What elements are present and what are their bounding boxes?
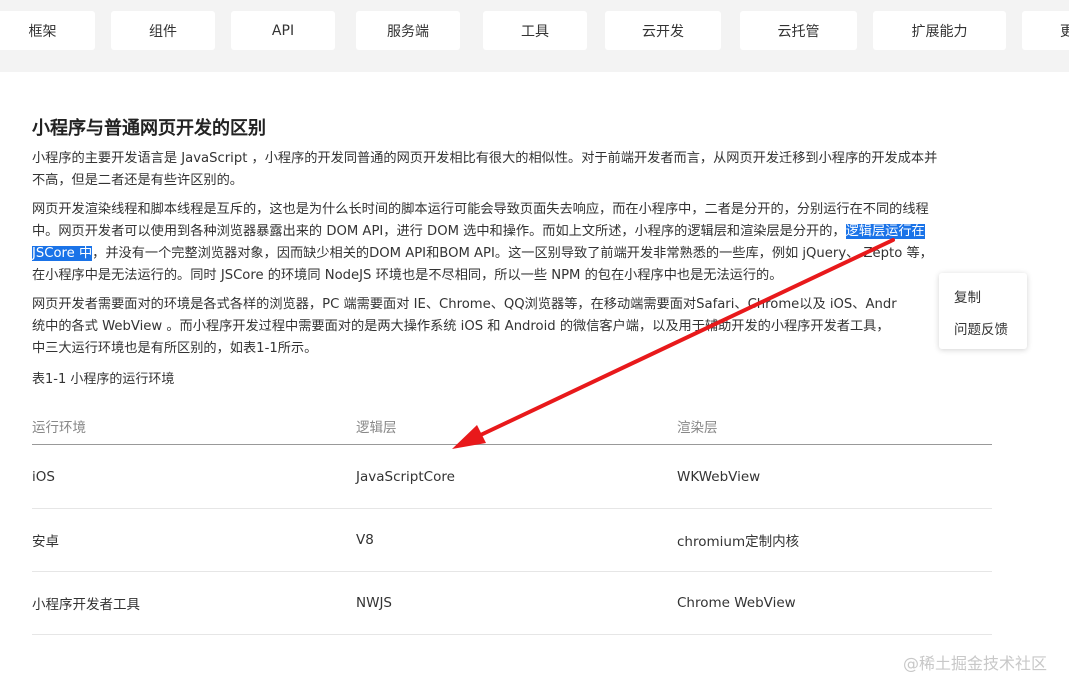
selected-text[interactable]: 逻辑层运行在: [845, 224, 925, 239]
table-cell: iOS: [32, 469, 55, 485]
table-header-cell: 逻辑层: [356, 420, 397, 436]
paragraph-2: 网页开发渲染线程和脚本线程是互斥的，这也是为什么长时间的脚本运行可能会导致页面失…: [32, 199, 992, 287]
table-header: 运行环境 逻辑层 渲染层: [32, 408, 992, 445]
table-cell: WKWebView: [677, 469, 761, 485]
nav-tab-api[interactable]: API: [231, 11, 335, 50]
nav-tab-tools[interactable]: 工具: [483, 11, 587, 50]
table-header-cell: 运行环境: [32, 420, 86, 436]
table-cell: chromium定制内核: [677, 534, 800, 550]
table-header-cell: 渲染层: [677, 420, 718, 436]
table-cell: 安卓: [32, 534, 59, 550]
table-cell: 小程序开发者工具: [32, 597, 140, 613]
table-row: iOS JavaScriptCore WKWebView: [32, 446, 992, 509]
paragraph-line: 中三大运行环境也是有所区别的，如表1-1所示。: [32, 341, 318, 356]
table-cell: V8: [356, 532, 374, 548]
top-nav-bar: 框架 组件 API 服务端 工具 云开发 云托管 扩展能力 更: [0, 0, 1069, 72]
nav-tab-cloud-hosting[interactable]: 云托管: [740, 11, 857, 50]
table-row: 安卓 V8 chromium定制内核: [32, 509, 992, 572]
table-row: 小程序开发者工具 NWJS Chrome WebView: [32, 572, 992, 635]
table-cell: JavaScriptCore: [356, 469, 455, 485]
paragraph-text: 中。网页开发者可以使用到各种浏览器暴露出来的 DOM API，进行 DOM 选中…: [32, 224, 846, 239]
nav-tab-framework[interactable]: 框架: [0, 11, 95, 50]
nav-tab-server[interactable]: 服务端: [356, 11, 460, 50]
nav-tab-extensions[interactable]: 扩展能力: [873, 11, 1006, 50]
nav-tab-more[interactable]: 更: [1022, 11, 1069, 50]
context-menu-feedback[interactable]: 问题反馈: [954, 318, 1008, 338]
nav-tab-components[interactable]: 组件: [111, 11, 215, 50]
table-caption: 表1-1 小程序的运行环境: [32, 372, 175, 387]
nav-tab-cloud-dev[interactable]: 云开发: [605, 11, 721, 50]
paragraph-text: ，并没有一个完整浏览器对象，因而缺少相关的DOM API和BOM API。这一区…: [92, 246, 933, 261]
section-title: 小程序与普通网页开发的区别: [32, 118, 266, 139]
paragraph-line: JSCore 中，并没有一个完整浏览器对象，因而缺少相关的DOM API和BOM…: [32, 243, 992, 265]
paragraph-line: 不高，但是二者还是有些许区别的。: [32, 173, 243, 188]
paragraph-1: 小程序的主要开发语言是 JavaScript ，小程序的开发同普通的网页开发相比…: [32, 148, 992, 192]
paragraph-line: 统中的各式 WebView 。而小程序开发过程中需要面对的是两大操作系统 iOS…: [32, 319, 890, 334]
paragraph-line: 小程序的主要开发语言是 JavaScript ，小程序的开发同普通的网页开发相比…: [32, 151, 938, 166]
paragraph-line: 网页开发渲染线程和脚本线程是互斥的，这也是为什么长时间的脚本运行可能会导致页面失…: [32, 202, 929, 217]
paragraph-line: 中。网页开发者可以使用到各种浏览器暴露出来的 DOM API，进行 DOM 选中…: [32, 221, 992, 243]
selected-text[interactable]: JSCore 中: [32, 246, 93, 261]
paragraph-3: 网页开发者需要面对的环境是各式各样的浏览器，PC 端需要面对 IE、Chrome…: [32, 294, 992, 360]
watermark: @稀土掘金技术社区: [903, 654, 1048, 673]
table-cell: Chrome WebView: [677, 595, 796, 611]
context-menu: 复制 问题反馈: [939, 273, 1027, 349]
table-cell: NWJS: [356, 595, 392, 611]
paragraph-line: 网页开发者需要面对的环境是各式各样的浏览器，PC 端需要面对 IE、Chrome…: [32, 297, 897, 312]
paragraph-line: 在小程序中是无法运行的。同时 JSCore 的环境同 NodeJS 环境也是不尽…: [32, 268, 783, 283]
context-menu-copy[interactable]: 复制: [954, 286, 981, 306]
